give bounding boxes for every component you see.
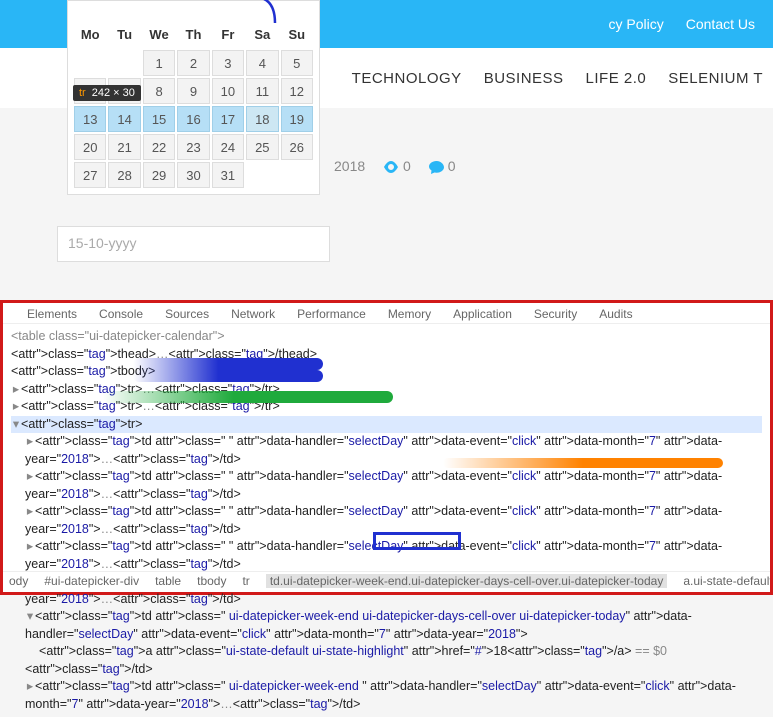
- code-line[interactable]: <attr">class="tag">/td>: [25, 661, 762, 679]
- devtools-tab[interactable]: Sources: [165, 307, 209, 321]
- cal-day[interactable]: 12: [281, 78, 313, 104]
- cal-day: [281, 162, 313, 188]
- cal-row: 20212223242526: [74, 134, 313, 160]
- cal-day[interactable]: 16: [177, 106, 209, 132]
- cal-day[interactable]: 17: [212, 106, 244, 132]
- annotation-blue-arrow: [133, 358, 323, 370]
- annotation-green-arrow: [103, 391, 393, 403]
- cal-day[interactable]: 4: [246, 50, 278, 76]
- tooltip-tag: tr: [79, 87, 86, 99]
- breadcrumb-item[interactable]: tbody: [197, 574, 226, 588]
- cal-day[interactable]: 20: [74, 134, 106, 160]
- devtools-tab[interactable]: Memory: [388, 307, 431, 321]
- cal-day: [108, 50, 140, 76]
- cal-day[interactable]: 8: [143, 78, 175, 104]
- code-line[interactable]: <attr">class="tag">thead>…<attr">class="…: [11, 346, 762, 364]
- devtools-tab[interactable]: Elements: [27, 307, 77, 321]
- cal-dow: Fr: [212, 21, 244, 48]
- cal-day: [246, 162, 278, 188]
- breadcrumb-item[interactable]: tr: [242, 574, 249, 588]
- cal-day[interactable]: 10: [212, 78, 244, 104]
- code-line[interactable]: <table class="ui-datepicker-calendar">: [11, 328, 762, 346]
- cal-day[interactable]: 27: [74, 162, 106, 188]
- cal-day[interactable]: 26: [281, 134, 313, 160]
- cal-dow: Mo: [74, 21, 106, 48]
- breadcrumb-item[interactable]: table: [155, 574, 181, 588]
- cal-day[interactable]: 31: [212, 162, 244, 188]
- devtools-panel: Elements Console Sources Network Performance…: [0, 300, 773, 595]
- cal-day[interactable]: 1: [143, 50, 175, 76]
- nav-technology[interactable]: TECHNOLOGY: [352, 70, 462, 87]
- devtools-tab[interactable]: Performance: [297, 307, 366, 321]
- eye-icon: [383, 161, 399, 173]
- breadcrumb-item[interactable]: #ui-datepicker-div: [44, 574, 139, 588]
- nav-business[interactable]: BUSINESS: [484, 70, 564, 87]
- cal-day[interactable]: 9: [177, 78, 209, 104]
- cal-dow: We: [143, 21, 175, 48]
- cal-day[interactable]: 14: [108, 106, 140, 132]
- element-tooltip: tr 242 × 30: [73, 85, 141, 101]
- cal-day[interactable]: 30: [177, 162, 209, 188]
- cal-row: 2728293031: [74, 162, 313, 188]
- cal-day[interactable]: 11: [246, 78, 278, 104]
- cal-day[interactable]: 3: [212, 50, 244, 76]
- cal-day[interactable]: 23: [177, 134, 209, 160]
- devtools-tab[interactable]: Security: [534, 307, 577, 321]
- nav-life[interactable]: LIFE 2.0: [586, 70, 647, 87]
- devtools-tab[interactable]: Console: [99, 307, 143, 321]
- tooltip-dims: 242 × 30: [92, 87, 135, 99]
- devtools-tab[interactable]: Network: [231, 307, 275, 321]
- code-line[interactable]: ▾<attr">class="tag">tr>: [11, 416, 762, 434]
- cal-dow: Tu: [108, 21, 140, 48]
- post-meta: 2018 0 0: [334, 158, 456, 174]
- annotation-swoosh: [253, 0, 287, 25]
- cal-day[interactable]: 5: [281, 50, 313, 76]
- cal-day: [74, 50, 106, 76]
- cal-day[interactable]: 25: [246, 134, 278, 160]
- comments-count: 0: [448, 158, 456, 174]
- devtools-breadcrumb[interactable]: ody #ui-datepicker-div table tbody tr td.ui-d…: [3, 571, 770, 590]
- datepicker-header: [68, 1, 319, 19]
- cal-day[interactable]: 2: [177, 50, 209, 76]
- elements-tree[interactable]: <table class="ui-datepicker-calendar"><a…: [3, 324, 770, 717]
- cal-dow: Th: [177, 21, 209, 48]
- annotation-blue-arrow-2: [133, 370, 323, 382]
- cal-day[interactable]: 21: [108, 134, 140, 160]
- breadcrumb-item[interactable]: ody: [9, 574, 28, 588]
- code-line[interactable]: <attr">class="tag">a attr">class="ui-sta…: [39, 643, 762, 661]
- code-line[interactable]: <attr">class="tag">tbody>: [11, 363, 762, 381]
- contact-link[interactable]: Contact Us: [686, 16, 755, 32]
- comments-block: 0: [429, 158, 456, 174]
- cal-day[interactable]: 22: [143, 134, 175, 160]
- annotation-blue-box: [373, 532, 461, 550]
- cal-day[interactable]: 19: [281, 106, 313, 132]
- code-line[interactable]: ▾<attr">class="tag">td attr">class=" ui-…: [25, 608, 762, 643]
- cal-day[interactable]: 28: [108, 162, 140, 188]
- views-count: 0: [403, 158, 411, 174]
- cal-day[interactable]: 15: [143, 106, 175, 132]
- breadcrumb-item[interactable]: td.ui-datepicker-week-end.ui-datepicker-…: [266, 574, 668, 588]
- devtools-tabs: Elements Console Sources Network Performance…: [3, 303, 770, 324]
- devtools-tab[interactable]: Application: [453, 307, 512, 321]
- cal-day[interactable]: 18: [246, 106, 278, 132]
- breadcrumb-item[interactable]: a.ui-state-default.ui-: [683, 574, 770, 588]
- cal-row: 13141516171819: [74, 106, 313, 132]
- cal-day[interactable]: 24: [212, 134, 244, 160]
- cal-day[interactable]: 29: [143, 162, 175, 188]
- cal-day[interactable]: 13: [74, 106, 106, 132]
- cal-row: 12345: [74, 50, 313, 76]
- code-line[interactable]: ▸<attr">class="tag">td attr">class=" ui-…: [25, 678, 762, 713]
- code-line[interactable]: ▸<attr">class="tag">td attr">class=" " a…: [25, 468, 762, 503]
- annotation-orange-arrow: [443, 458, 723, 468]
- date-input[interactable]: 15-10-yyyy: [57, 226, 330, 262]
- cal-dow: Su: [281, 21, 313, 48]
- privacy-link[interactable]: cy Policy: [609, 16, 664, 32]
- nav-selenium[interactable]: SELENIUM T: [668, 70, 763, 87]
- datepicker-calendar: MoTuWeThFrSaSu 1234567891011121314151617…: [68, 19, 319, 190]
- devtools-tab[interactable]: Audits: [599, 307, 632, 321]
- cal-dow: Sa: [246, 21, 278, 48]
- comment-icon: [429, 161, 444, 174]
- post-year: 2018: [334, 158, 365, 174]
- views-block: 0: [383, 158, 411, 174]
